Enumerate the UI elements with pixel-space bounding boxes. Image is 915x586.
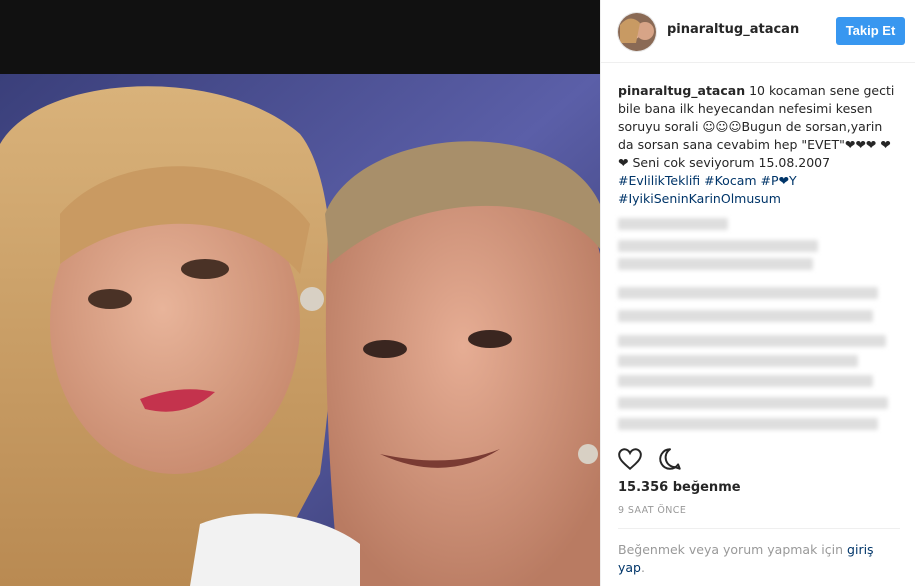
blurred-comment	[618, 218, 728, 230]
post-timestamp: 9 SAAT ÖNCE	[618, 505, 687, 516]
avatar-image	[618, 13, 656, 51]
post-header: pinaraltug_atacan Takip Et	[601, 0, 915, 63]
login-prompt: Beğenmek veya yorum yapmak için giriş ya…	[618, 541, 888, 577]
blurred-comment	[618, 355, 858, 367]
login-prompt-text: Beğenmek veya yorum yapmak için	[618, 542, 848, 557]
blurred-comment	[618, 240, 818, 252]
heart-icon[interactable]	[617, 446, 643, 472]
likes-count[interactable]: 15.356 beğenme	[618, 480, 741, 495]
post-caption: pinaraltug_atacan 10 kocaman sene gecti …	[618, 82, 898, 208]
hashtags-line-1[interactable]: #EvlilikTeklifi #Kocam #P❤Y	[618, 173, 797, 188]
blurred-comment	[618, 310, 873, 322]
blurred-comment	[618, 335, 886, 347]
blurred-comment	[618, 375, 873, 387]
username-link[interactable]: pinaraltug_atacan	[667, 22, 799, 37]
blurred-comment	[618, 397, 888, 409]
divider	[618, 528, 900, 529]
hashtags-line-2[interactable]: #IyikiSeninKarinOlmusum	[618, 191, 781, 206]
photo-illustration	[0, 74, 600, 586]
follow-button[interactable]: Takip Et	[836, 17, 905, 45]
login-prompt-suffix: .	[641, 560, 645, 575]
caption-username[interactable]: pinaraltug_atacan	[618, 83, 745, 98]
avatar[interactable]	[617, 12, 657, 52]
media-top-bar	[0, 0, 600, 74]
post-sidebar: pinaraltug_atacan Takip Et pinaraltug_at…	[600, 0, 915, 586]
blurred-comment	[618, 418, 878, 430]
post-photo[interactable]	[0, 74, 600, 586]
blurred-comment	[618, 287, 878, 299]
blurred-comment	[618, 258, 813, 270]
comment-icon[interactable]	[657, 446, 683, 472]
post-media	[0, 0, 600, 586]
